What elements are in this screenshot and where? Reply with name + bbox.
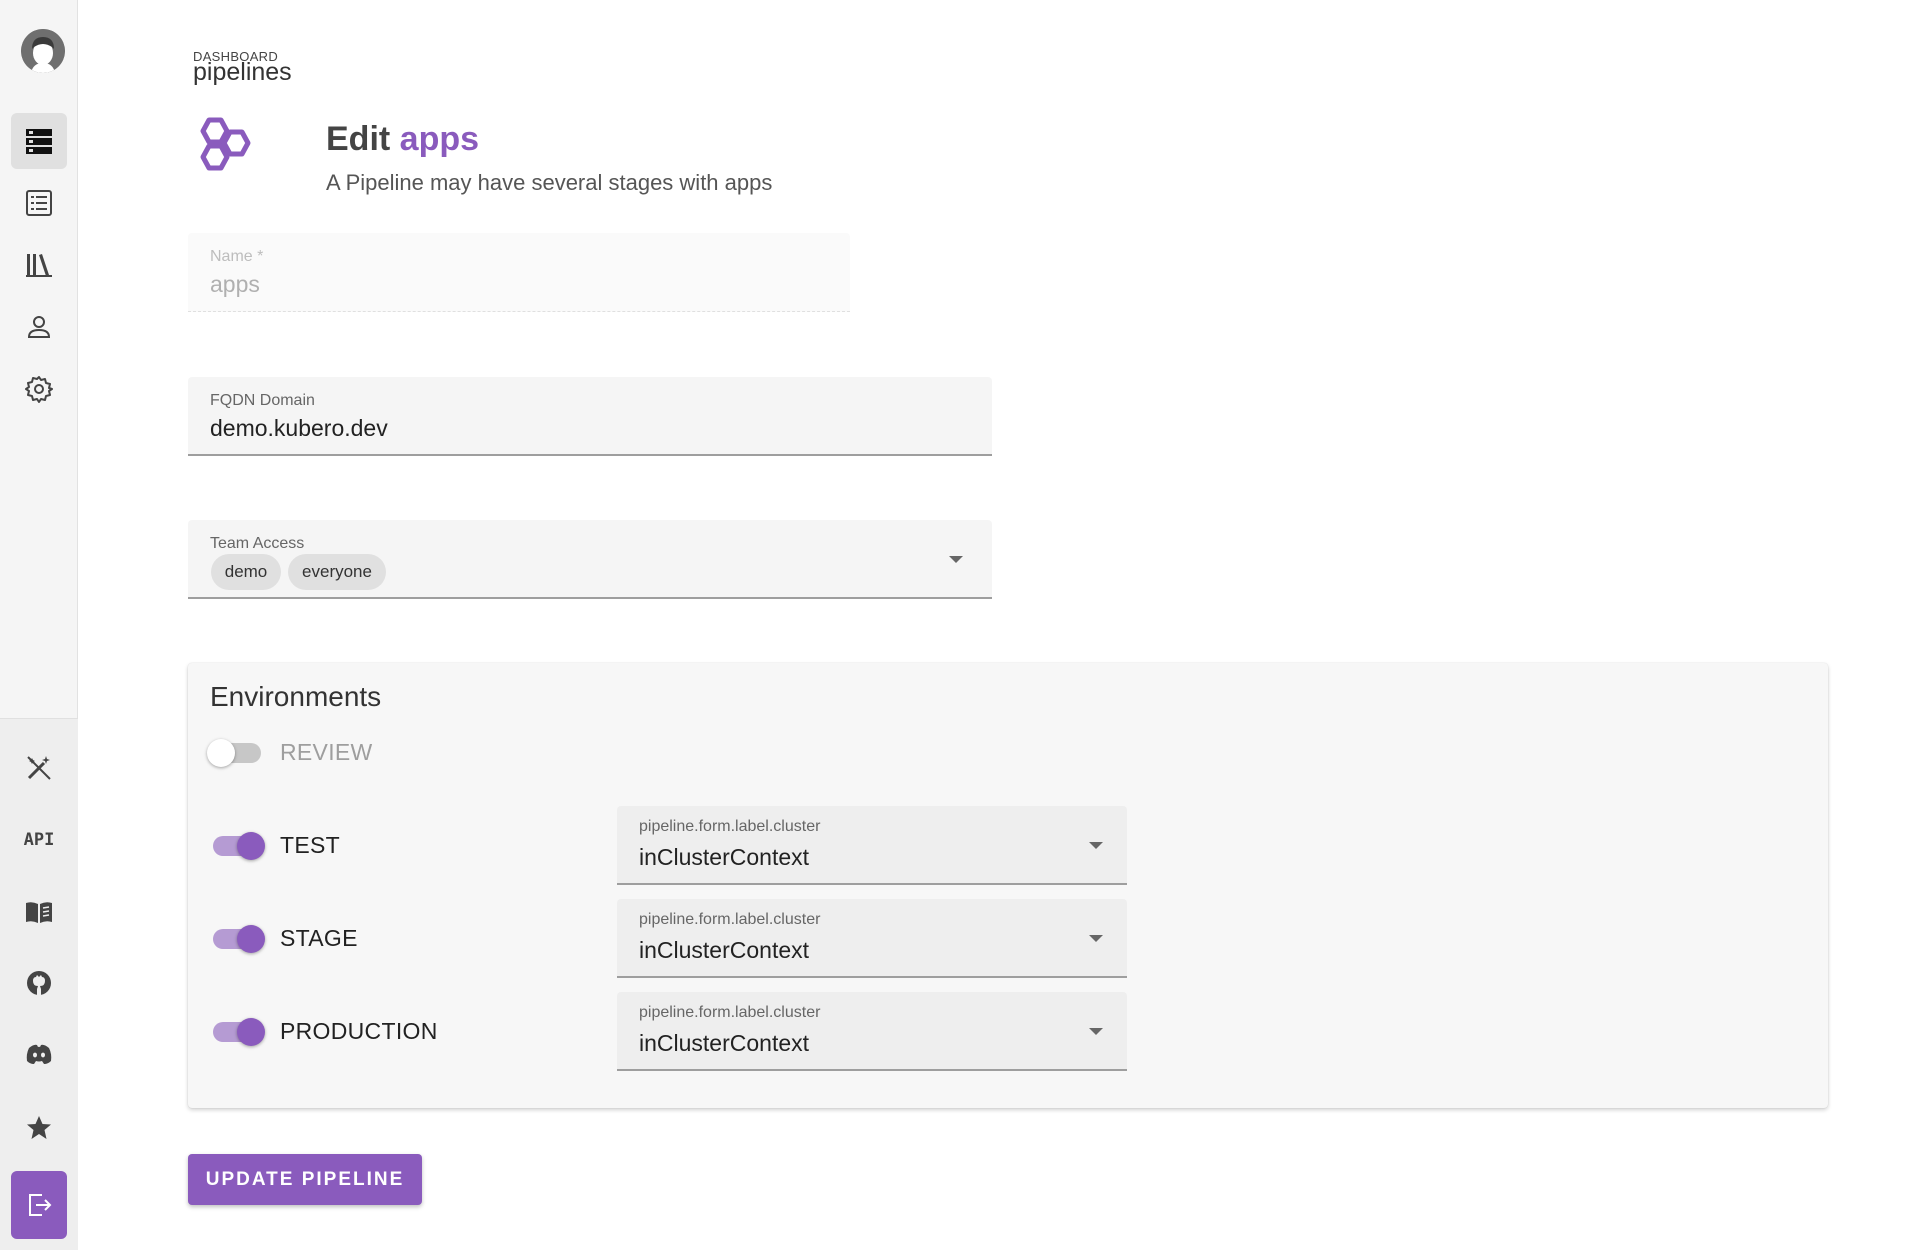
review-toggle[interactable] — [207, 732, 263, 772]
magic-wand-icon — [27, 756, 51, 780]
env-label-production: PRODUCTION — [280, 1018, 438, 1044]
production-cluster-select[interactable]: pipeline.form.label.cluster inClusterCon… — [617, 992, 1127, 1071]
name-field-value: apps — [210, 271, 260, 297]
chevron-down-icon[interactable] — [949, 556, 963, 563]
nav-pipelines[interactable] — [11, 113, 67, 169]
logout-icon — [29, 1194, 52, 1216]
name-field-label: Name * — [210, 248, 264, 265]
pipeline-hexagon-icon — [200, 117, 251, 171]
chevron-down-icon[interactable] — [1089, 935, 1103, 942]
stage-cluster-label: pipeline.form.label.cluster — [639, 911, 821, 928]
breadcrumb-pipelines: pipelines — [193, 58, 292, 86]
env-label-review: REVIEW — [280, 739, 373, 765]
discord-icon — [26, 1044, 52, 1064]
book-icon — [26, 902, 52, 923]
chevron-down-icon[interactable] — [1089, 842, 1103, 849]
gear-icon — [25, 376, 53, 403]
github-icon — [27, 971, 51, 995]
sidebar: API — [0, 0, 78, 1250]
library-icon — [26, 254, 52, 277]
page-title-prefix: Edit — [326, 120, 391, 158]
nav-logout[interactable] — [11, 1171, 67, 1239]
user-icon — [27, 316, 51, 338]
chevron-down-icon[interactable] — [1089, 1028, 1103, 1035]
production-toggle[interactable] — [209, 1011, 265, 1051]
page-subtitle: A Pipeline may have several stages with … — [326, 170, 773, 195]
environments-card: Environments REVIEW TEST pipeline.form.l… — [188, 663, 1828, 1108]
domain-field[interactable]: FQDN Domain demo.kubero.dev — [188, 377, 992, 456]
nav-github[interactable] — [11, 955, 67, 1011]
test-toggle[interactable] — [209, 825, 265, 865]
nav-library[interactable] — [11, 237, 67, 293]
nav-templates[interactable] — [11, 740, 67, 796]
pipelines-icon — [26, 129, 52, 154]
nav-star[interactable] — [11, 1100, 67, 1156]
production-cluster-value: inClusterContext — [639, 1030, 810, 1056]
stage-cluster-select[interactable]: pipeline.form.label.cluster inClusterCon… — [617, 899, 1127, 978]
env-label-stage: STAGE — [280, 925, 358, 951]
nav-list[interactable] — [11, 175, 67, 231]
list-icon — [26, 190, 52, 216]
test-cluster-select[interactable]: pipeline.form.label.cluster inClusterCon… — [617, 806, 1127, 885]
stage-toggle[interactable] — [209, 918, 265, 958]
star-icon — [27, 1116, 51, 1139]
domain-field-label: FQDN Domain — [210, 392, 315, 409]
nav-docs[interactable] — [11, 884, 67, 940]
production-cluster-label: pipeline.form.label.cluster — [639, 1004, 821, 1021]
team-chip-everyone[interactable]: everyone — [288, 554, 386, 590]
update-pipeline-button[interactable]: UPDATE PIPELINE — [188, 1154, 422, 1205]
nav-discord[interactable] — [11, 1026, 67, 1082]
environments-title: Environments — [210, 681, 382, 712]
page-title-accent: apps — [399, 120, 480, 158]
nav-api[interactable]: API — [11, 812, 67, 868]
user-avatar[interactable] — [21, 29, 65, 73]
env-label-test: TEST — [280, 832, 340, 858]
nav-settings[interactable] — [11, 361, 67, 417]
page-title: Edit apps — [326, 120, 479, 159]
team-chip-demo[interactable]: demo — [211, 554, 281, 590]
domain-field-value[interactable]: demo.kubero.dev — [210, 415, 388, 442]
api-icon: API — [23, 830, 55, 850]
nav-user[interactable] — [11, 299, 67, 355]
name-field: Name * apps — [188, 233, 850, 312]
test-cluster-label: pipeline.form.label.cluster — [639, 818, 821, 835]
team-access-label: Team Access — [210, 535, 305, 552]
stage-cluster-value: inClusterContext — [639, 937, 810, 963]
test-cluster-value: inClusterContext — [639, 844, 810, 870]
